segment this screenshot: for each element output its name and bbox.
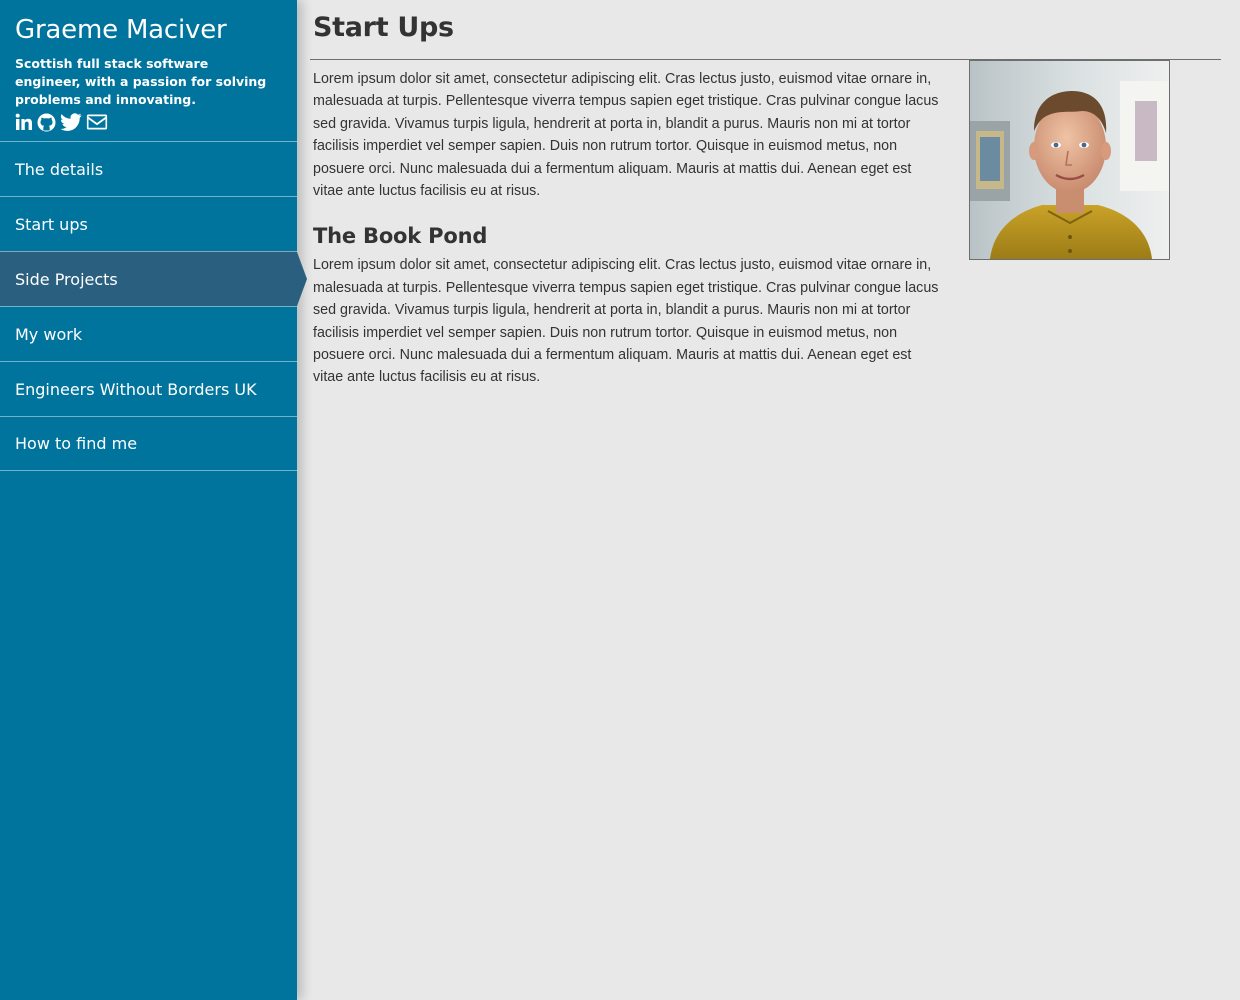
- envelope-icon[interactable]: [86, 113, 108, 131]
- nav-item-label: The details: [15, 159, 104, 179]
- nav-item-how-to-find-me[interactable]: How to find me: [0, 416, 297, 471]
- nav-item-label: My work: [15, 324, 83, 344]
- profile-photo-illustration: [970, 61, 1169, 259]
- nav-item-start-ups[interactable]: Start ups: [0, 196, 297, 251]
- main-content: Start Ups Lorem ipsum dolor sit amet, co…: [297, 0, 1240, 1000]
- site-title[interactable]: Graeme Maciver: [15, 14, 282, 46]
- main-nav: The details Start ups Side Projects My w…: [0, 141, 307, 471]
- sidebar: Graeme Maciver Scottish full stack softw…: [0, 0, 307, 1000]
- linkedin-icon[interactable]: [15, 113, 33, 131]
- nav-item-side-projects[interactable]: Side Projects: [0, 251, 307, 306]
- article: Lorem ipsum dolor sit amet, consectetur …: [313, 68, 943, 389]
- nav-item-label: Start ups: [15, 214, 88, 234]
- nav-item-my-work[interactable]: My work: [0, 306, 297, 361]
- site-tagline: Scottish full stack software engineer, w…: [15, 56, 267, 107]
- nav-item-label: How to find me: [15, 434, 138, 453]
- twitter-icon[interactable]: [60, 112, 82, 132]
- social-links: [15, 111, 282, 133]
- intro-paragraph: Lorem ipsum dolor sit amet, consectetur …: [313, 71, 939, 200]
- nav-item-the-details[interactable]: The details: [0, 141, 297, 196]
- github-icon[interactable]: [37, 113, 56, 132]
- nav-item-label: Side Projects: [15, 269, 118, 289]
- page-title: Start Ups: [313, 12, 454, 43]
- nav-item-label: Engineers Without Borders UK: [15, 379, 257, 399]
- brand-block: Graeme Maciver Scottish full stack softw…: [0, 0, 297, 141]
- profile-photo: [969, 60, 1170, 260]
- nav-item-engineers-without-borders[interactable]: Engineers Without Borders UK: [0, 361, 297, 416]
- section-title-the-book-pond: The Book Pond: [313, 224, 488, 249]
- section-paragraph: Lorem ipsum dolor sit amet, consectetur …: [313, 257, 939, 386]
